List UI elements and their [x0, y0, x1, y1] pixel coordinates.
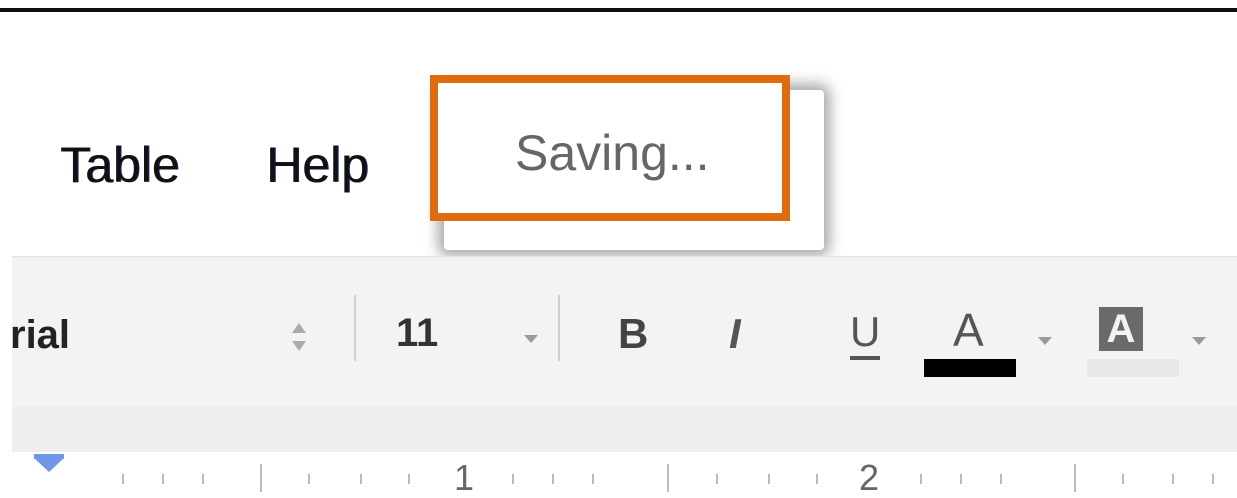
- text-color-button[interactable]: A: [924, 297, 1027, 379]
- toolbar-separator: [558, 295, 560, 361]
- ruler-tick: [122, 474, 124, 484]
- italic-button[interactable]: I: [729, 313, 741, 355]
- ruler-tick: [512, 474, 514, 484]
- ruler-tick: [1212, 474, 1214, 484]
- ruler-label: 2: [859, 457, 880, 498]
- underline-button[interactable]: U: [850, 308, 881, 360]
- menu-table[interactable]: Table: [60, 140, 180, 190]
- ruler-tick: [816, 474, 818, 484]
- font-size-select[interactable]: 11: [396, 313, 438, 353]
- ruler-label: 1: [454, 457, 475, 498]
- font-family-arrows-icon[interactable]: [286, 317, 312, 357]
- ruler-tick: [162, 474, 164, 484]
- font-family-select[interactable]: rial: [10, 315, 70, 355]
- ruler-tick-major: [1074, 464, 1076, 492]
- ruler-tick: [768, 474, 770, 484]
- ruler-tick: [202, 474, 204, 484]
- highlight-color-button[interactable]: A: [1087, 297, 1179, 379]
- ruler-tick-major: [667, 464, 669, 492]
- ruler[interactable]: 1 2: [12, 452, 1237, 498]
- bold-button[interactable]: B: [618, 313, 648, 355]
- ruler-tick: [920, 474, 922, 484]
- ruler-tick: [360, 474, 362, 484]
- highlight-dropdown-icon[interactable]: [1192, 337, 1206, 345]
- text-color-dropdown-icon[interactable]: [1038, 337, 1052, 345]
- save-status: Saving...: [515, 125, 710, 181]
- left-indent-icon[interactable]: [34, 458, 64, 472]
- formatting-toolbar: rial 11 B I U A A: [10, 256, 1237, 407]
- ruler-tick: [308, 474, 310, 484]
- menu-help[interactable]: Help: [266, 140, 369, 190]
- underline-label: U: [850, 308, 881, 360]
- ruler-tick: [592, 474, 594, 484]
- highlight-glyph: A: [1099, 307, 1143, 351]
- text-color-glyph: A: [953, 304, 984, 356]
- ruler-tick: [1122, 474, 1124, 484]
- ruler-tick: [408, 474, 410, 484]
- ruler-tick: [960, 474, 962, 484]
- text-color-swatch: [924, 359, 1016, 377]
- toolbar-separator: [354, 295, 356, 361]
- ruler-tick: [1000, 474, 1002, 484]
- ruler-tick: [1172, 474, 1174, 484]
- font-size-dropdown-icon[interactable]: [524, 335, 538, 343]
- toolbar-bottom-band: [12, 406, 1237, 452]
- highlight-swatch: [1087, 359, 1179, 377]
- ruler-tick-major: [260, 464, 262, 492]
- ruler-tick: [716, 474, 718, 484]
- ruler-tick: [552, 474, 554, 484]
